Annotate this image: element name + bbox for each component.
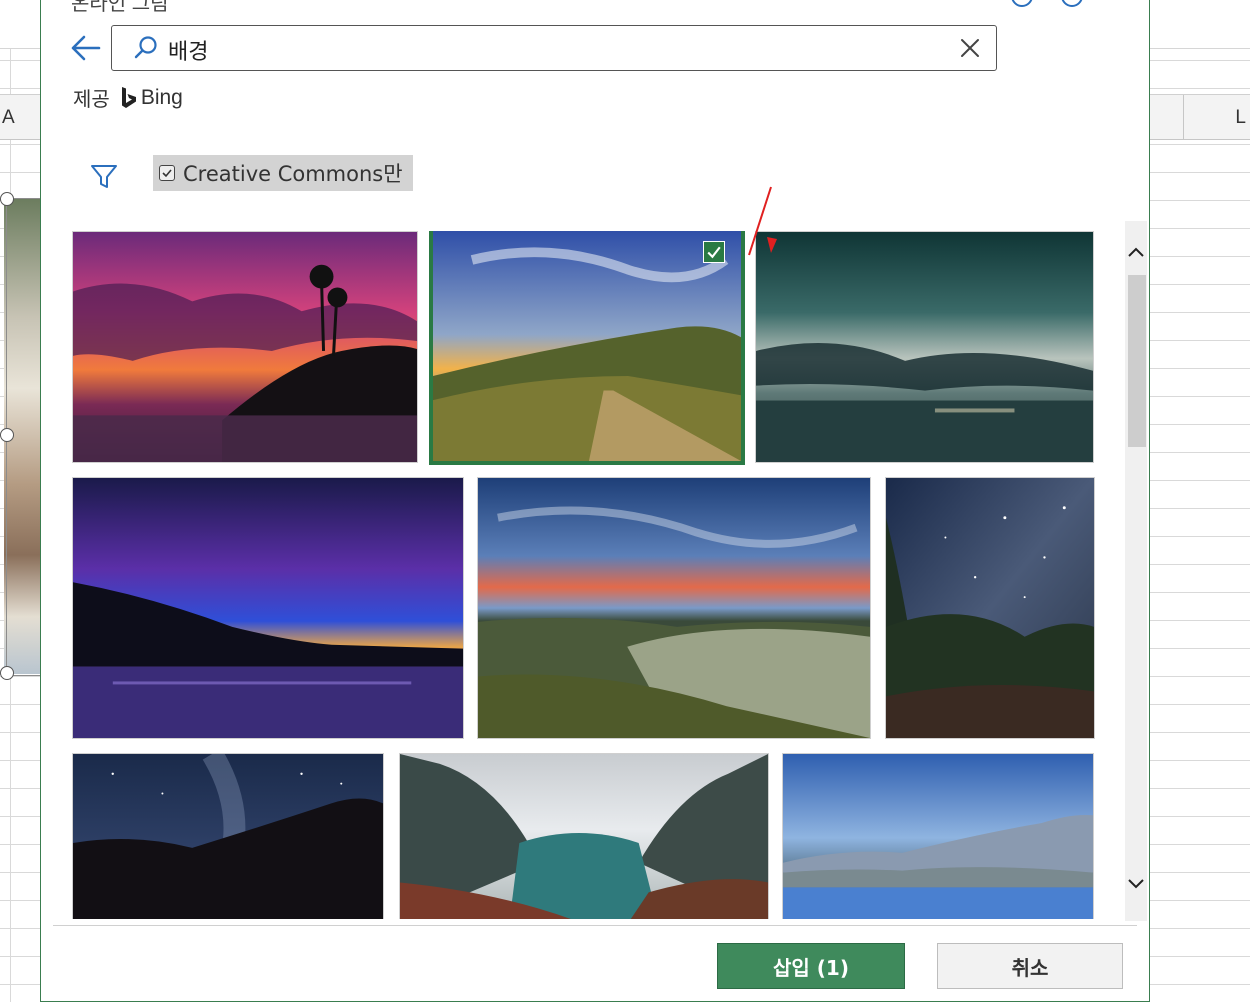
bing-logo: Bing — [120, 86, 183, 110]
column-header-l[interactable]: L — [1235, 107, 1246, 129]
online-pictures-dialog: 온라인 그림 배경 제공 Bing Creative Commons만 삽입 (… — [40, 0, 1150, 1002]
footer-divider — [53, 925, 1137, 926]
help-icon[interactable] — [1061, 0, 1083, 7]
cancel-button[interactable]: 취소 — [937, 943, 1123, 989]
image-result-tropical-sunset[interactable] — [72, 231, 418, 463]
search-field[interactable]: 배경 — [111, 25, 997, 71]
image-result-dunes-sunset[interactable] — [477, 477, 871, 739]
bing-label: Bing — [140, 85, 183, 109]
search-icon — [132, 34, 160, 62]
image-result-stormy-sea[interactable] — [755, 231, 1094, 463]
image-result-mountain-lake[interactable] — [782, 753, 1094, 919]
resize-handle[interactable] — [0, 666, 14, 680]
column-header-a[interactable]: A — [2, 107, 15, 129]
checkbox-checked-icon[interactable] — [159, 165, 175, 181]
info-icon[interactable] — [1011, 0, 1033, 7]
filter-icon[interactable] — [89, 163, 119, 191]
search-query[interactable]: 배경 — [168, 34, 208, 66]
resize-handle[interactable] — [0, 428, 14, 442]
selected-checkmark-icon[interactable] — [703, 241, 725, 263]
bing-icon — [121, 86, 136, 108]
image-result-mountain-valley[interactable] — [399, 753, 769, 919]
column-separator — [1183, 95, 1184, 139]
image-result-milky-way-forest[interactable] — [885, 477, 1095, 739]
dialog-title: 온라인 그림 — [71, 0, 169, 15]
insert-button[interactable]: 삽입 (1) — [717, 943, 905, 989]
provider-attribution: 제공 Bing — [73, 83, 183, 112]
image-result-hill-path[interactable] — [429, 231, 745, 465]
chevron-down-icon[interactable] — [1125, 871, 1147, 895]
close-icon[interactable] — [958, 36, 982, 60]
creative-commons-label: Creative Commons만 — [183, 162, 403, 186]
image-result-purple-dusk[interactable] — [72, 477, 464, 739]
provider-label: 제공 — [73, 87, 110, 111]
image-results-grid — [71, 231, 1097, 919]
back-arrow-icon[interactable] — [69, 33, 103, 63]
creative-commons-filter[interactable]: Creative Commons만 — [153, 155, 413, 191]
image-result-milky-way-treeline[interactable] — [72, 753, 384, 919]
scrollbar-thumb[interactable] — [1128, 275, 1146, 447]
chevron-up-icon[interactable] — [1125, 241, 1147, 265]
resize-handle[interactable] — [0, 192, 14, 206]
